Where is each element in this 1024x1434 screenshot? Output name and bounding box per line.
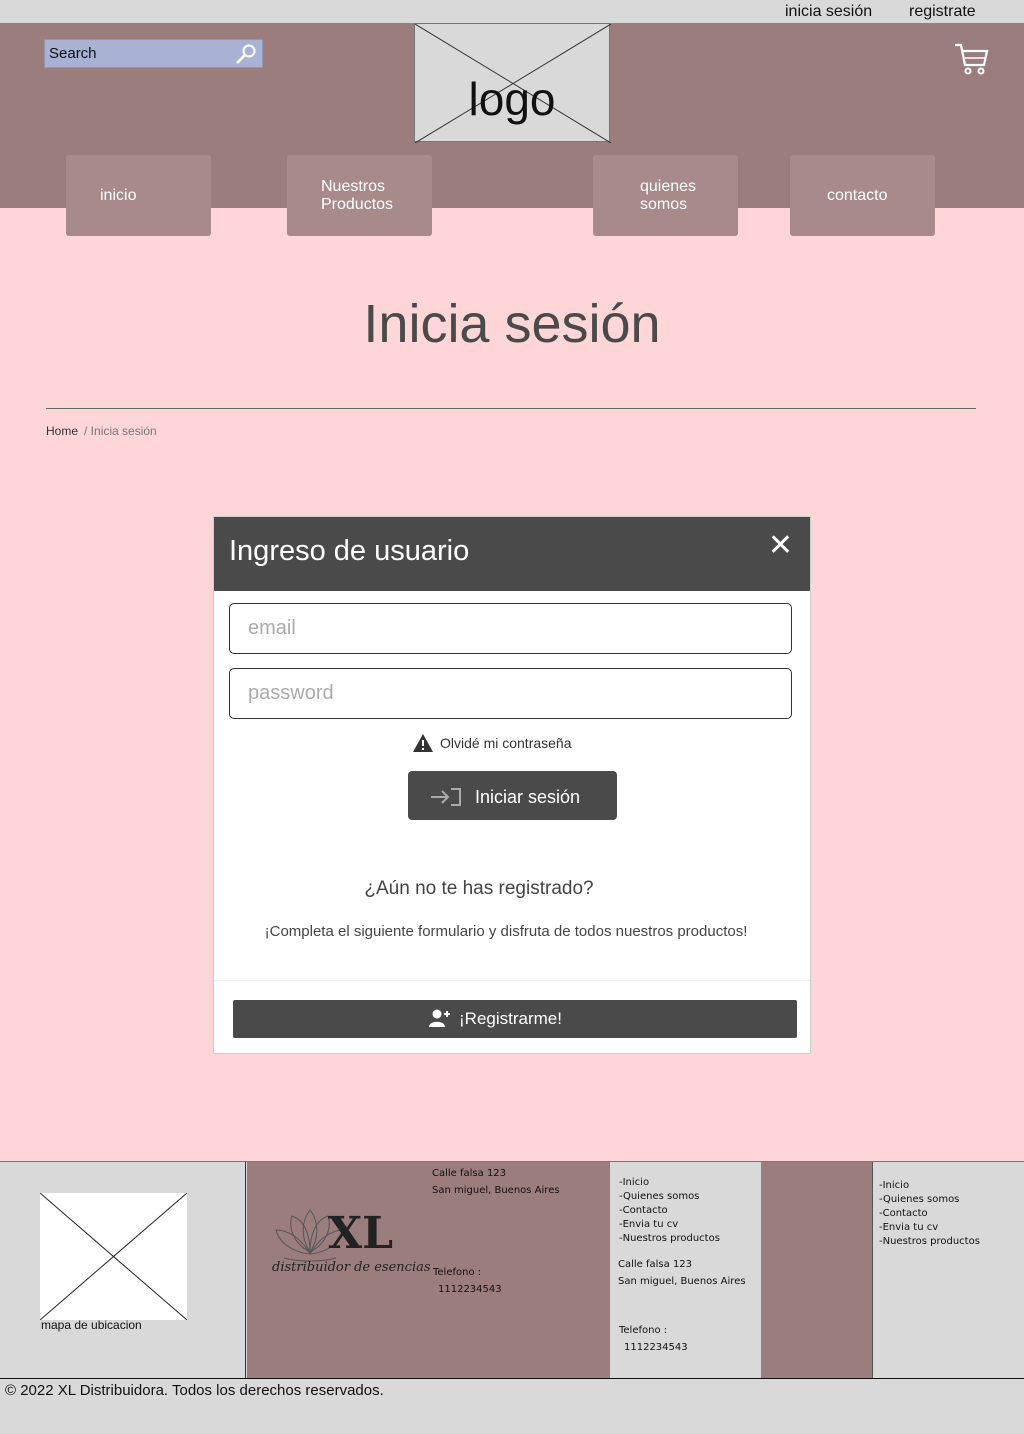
register-link[interactable]: registrate [909,3,976,21]
login-modal: Ingreso de usuario ✕ email password Olvi… [213,516,811,1054]
brand-tagline: distribuidor de esencias [272,1260,431,1275]
address-line: San miguel, Buenos Aires [618,1276,746,1287]
footer-link-contacto[interactable]: -Contacto [619,1204,720,1218]
footer-link-inicio[interactable]: -Inicio [879,1179,980,1193]
address-line: Calle falsa 123 [618,1259,693,1270]
address-line: San miguel, Buenos Aires [432,1185,560,1196]
search-input[interactable]: Search [44,39,263,68]
brand-logo: XL distribuidor de esencias [270,1182,431,1282]
user-plus-icon [429,1009,450,1027]
breadcrumb-home[interactable]: Home [46,424,78,438]
footer-links: -Inicio -Quienes somos -Contacto -Envia … [879,1179,980,1249]
placeholder-cross-icon [39,1192,188,1321]
footer-phone: Telefono : 1112234543 [433,1264,502,1298]
logo-placeholder[interactable]: logo [414,23,611,143]
footer-map-column: mapa de ubicacion [0,1162,246,1379]
login-button-label: Iniciar sesión [475,787,581,807]
nav-label: inicio [100,186,137,204]
footer-address: Calle falsa 123 San miguel, Buenos Aires [618,1256,746,1290]
password-field[interactable]: password [229,668,792,719]
modal-header: Ingreso de usuario ✕ [214,517,810,591]
footer-link-inicio[interactable]: -Inicio [619,1176,720,1190]
login-button[interactable]: Iniciar sesión [408,771,617,820]
map-label: mapa de ubicacion [41,1318,142,1332]
copyright-text: © 2022 XL Distribuidora. Todos los derec… [5,1382,384,1399]
cart-icon[interactable] [953,42,989,76]
footer-phone: Telefono : 1112234543 [619,1322,688,1356]
warning-icon [413,734,433,752]
footer-link-quienes[interactable]: -Quienes somos [619,1190,720,1204]
top-bar: inicia sesión registrate [0,0,1024,23]
breadcrumb-current: / Inicia sesión [84,424,157,438]
register-button[interactable]: ¡Registrarme! [233,1000,797,1038]
footer-address: Calle falsa 123 San miguel, Buenos Aires [432,1165,560,1199]
password-placeholder: password [248,682,334,704]
footer-spacer-column [761,1162,873,1379]
register-description: ¡Completa el siguiente formulario y disf… [264,923,748,940]
nav-quienes-somos[interactable]: quienes somos [593,155,738,236]
nav-label: contacto [827,186,888,204]
sign-in-icon [431,788,461,806]
nav-label: quienes somos [640,177,697,213]
phone-label: Telefono : [619,1325,668,1336]
close-icon[interactable]: ✕ [768,531,793,561]
modal-footer-divider [214,980,810,981]
footer-link-contacto[interactable]: -Contacto [879,1207,980,1221]
footer-link-productos[interactable]: -Nuestros productos [879,1235,980,1249]
search-placeholder: Search [49,45,97,62]
breadcrumb: Home / Inicia sesión [46,424,157,438]
forgot-label: Olvidé mi contraseña [440,735,572,751]
nav-inicio[interactable]: inicio [66,155,211,236]
footer-links-column-2: -Inicio -Quienes somos -Contacto -Envia … [874,1162,1024,1379]
footer-links: -Inicio -Quienes somos -Contacto -Envia … [619,1176,720,1246]
forgot-password-link[interactable]: Olvidé mi contraseña [412,733,572,753]
footer-links-column: -Inicio -Quienes somos -Contacto -Envia … [611,1162,761,1379]
title-divider [46,408,976,409]
phone-number: 1112234543 [624,1342,688,1353]
copyright-bar: © 2022 XL Distribuidora. Todos los derec… [0,1378,1024,1434]
page-title: Inicia sesión [363,294,661,354]
email-placeholder: email [248,617,296,639]
footer-brand-column: XL distribuidor de esencias Calle falsa … [247,1162,610,1379]
phone-label: Telefono : [433,1267,482,1278]
login-link[interactable]: inicia sesión [785,3,872,21]
footer-link-quienes[interactable]: -Quienes somos [879,1193,980,1207]
footer-link-productos[interactable]: -Nuestros productos [619,1232,720,1246]
site-footer: mapa de ubicacion XL distribuidor de ese… [0,1161,1024,1379]
nav-label: Nuestros Productos [321,177,394,213]
footer-link-cv[interactable]: -Envia tu cv [879,1221,980,1235]
nav-contacto[interactable]: contacto [790,155,935,236]
brand-name: XL [328,1208,394,1259]
footer-link-cv[interactable]: -Envia tu cv [619,1218,720,1232]
register-button-label: ¡Registrarme! [459,1009,562,1028]
email-field[interactable]: email [229,603,792,654]
search-icon[interactable] [234,42,258,66]
modal-title: Ingreso de usuario [229,535,470,567]
nav-productos[interactable]: Nuestros Productos [287,155,432,236]
logo-text: logo [468,73,556,125]
map-placeholder[interactable] [39,1192,188,1321]
register-question: ¿Aún no te has registrado? [364,878,594,899]
address-line: Calle falsa 123 [432,1168,507,1179]
phone-number: 1112234543 [438,1284,502,1295]
